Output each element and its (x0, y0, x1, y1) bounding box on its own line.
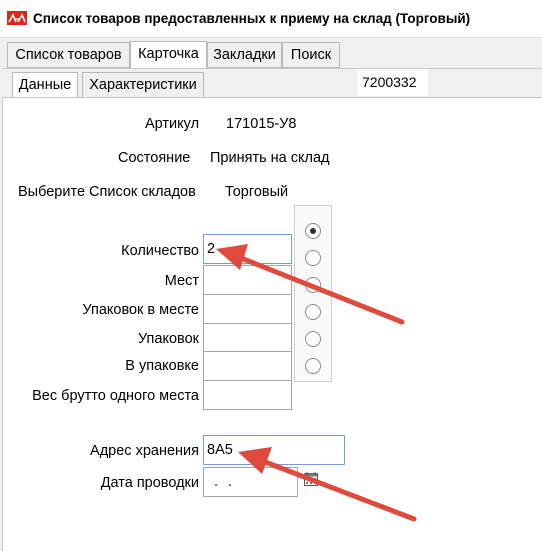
radio-option-6[interactable] (305, 358, 321, 374)
state-value: Принять на склад (210, 150, 330, 166)
radio-option-1[interactable] (305, 223, 321, 239)
places-input[interactable] (203, 265, 292, 295)
storage-address-input[interactable]: 8A5 (203, 435, 345, 465)
tab-search[interactable]: Поиск (282, 42, 340, 68)
calendar-icon[interactable] (304, 472, 318, 486)
radio-option-5[interactable] (305, 331, 321, 347)
title-bar: Список товаров предоставленных к приему … (0, 0, 542, 38)
warehouse-label: Выберите Список складов (18, 184, 196, 200)
packs-per-place-label: Упаковок в месте (82, 302, 199, 318)
record-code: 7200332 (358, 69, 428, 96)
gross-weight-label: Вес брутто одного места (32, 388, 199, 404)
subtab-data[interactable]: Данные (12, 72, 78, 100)
tab-bookmarks[interactable]: Закладки (207, 42, 282, 68)
article-value: 171015-У8 (226, 116, 297, 132)
radio-group (294, 205, 332, 382)
packs-input[interactable] (203, 323, 292, 353)
per-pack-input[interactable] (203, 351, 292, 381)
subtab-characteristics[interactable]: Характеристики (82, 72, 204, 98)
radio-option-3[interactable] (305, 277, 321, 293)
quantity-label: Количество (121, 243, 199, 259)
article-label: Артикул (145, 116, 200, 132)
posting-date-label: Дата проводки (100, 475, 199, 491)
tab-strip-divider (2, 68, 542, 69)
tab-product-list[interactable]: Список товаров (7, 42, 130, 68)
places-label: Мест (164, 273, 199, 289)
tab-card[interactable]: Карточка (130, 41, 207, 69)
radio-option-4[interactable] (305, 304, 321, 320)
quantity-input[interactable]: 2 (203, 234, 292, 264)
packs-per-place-input[interactable] (203, 294, 292, 324)
window-title: Список товаров предоставленных к приему … (33, 11, 471, 26)
gross-weight-input[interactable] (203, 380, 292, 410)
red-logo-icon (7, 11, 27, 25)
storage-address-label: Адрес хранения (90, 443, 199, 459)
state-label: Состояние (118, 150, 191, 166)
packs-label: Упаковок (138, 331, 199, 347)
radio-option-2[interactable] (305, 250, 321, 266)
radio-selected-dot (310, 228, 316, 234)
per-pack-label: В упаковке (125, 358, 199, 374)
posting-date-input[interactable]: . . (203, 467, 298, 497)
warehouse-value[interactable]: Торговый (225, 184, 288, 200)
